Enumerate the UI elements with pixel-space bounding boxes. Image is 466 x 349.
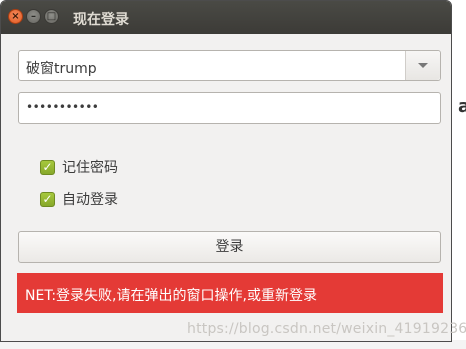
minimize-icon: –	[31, 11, 36, 22]
watermark-text: https://blog.csdn.net/weixin_41919236	[187, 321, 466, 337]
auto-login-option[interactable]: ✓ 自动登录	[40, 190, 118, 208]
maximize-icon: □	[46, 11, 57, 22]
login-window: × – □ 现在登录 破窗trump ••••••••••• ✓ 记住密码 ✓ …	[0, 0, 452, 342]
remember-password-option[interactable]: ✓ 记住密码	[40, 158, 118, 176]
error-banner: NET:登录失败,请在弹出的窗口操作,或重新登录	[17, 273, 443, 313]
checkmark-icon: ✓	[42, 159, 53, 174]
title-bar[interactable]: × – □ 现在登录	[1, 1, 451, 34]
close-icon: ×	[11, 11, 20, 22]
checkmark-icon: ✓	[42, 191, 53, 206]
window-title: 现在登录	[73, 12, 129, 28]
background-glyph: a	[458, 96, 466, 117]
remember-password-label[interactable]: 记住密码	[62, 157, 118, 177]
login-button[interactable]: 登录	[18, 231, 441, 263]
account-value: 破窗trump	[26, 61, 97, 77]
auto-login-label[interactable]: 自动登录	[62, 189, 118, 209]
remember-password-checkbox[interactable]: ✓	[40, 159, 55, 175]
minimize-button[interactable]: –	[26, 9, 41, 24]
account-dropdown[interactable]: 破窗trump	[18, 50, 441, 81]
password-field[interactable]: •••••••••••	[18, 92, 441, 124]
background-window	[452, 0, 466, 349]
dropdown-toggle-button[interactable]	[405, 51, 440, 80]
auto-login-checkbox[interactable]: ✓	[40, 191, 55, 207]
maximize-button[interactable]: □	[44, 9, 59, 24]
chevron-down-icon	[418, 63, 428, 68]
error-message: NET:登录失败,请在弹出的窗口操作,或重新登录	[25, 288, 317, 304]
password-masked-value: •••••••••••	[26, 100, 99, 114]
close-button[interactable]: ×	[8, 9, 23, 24]
